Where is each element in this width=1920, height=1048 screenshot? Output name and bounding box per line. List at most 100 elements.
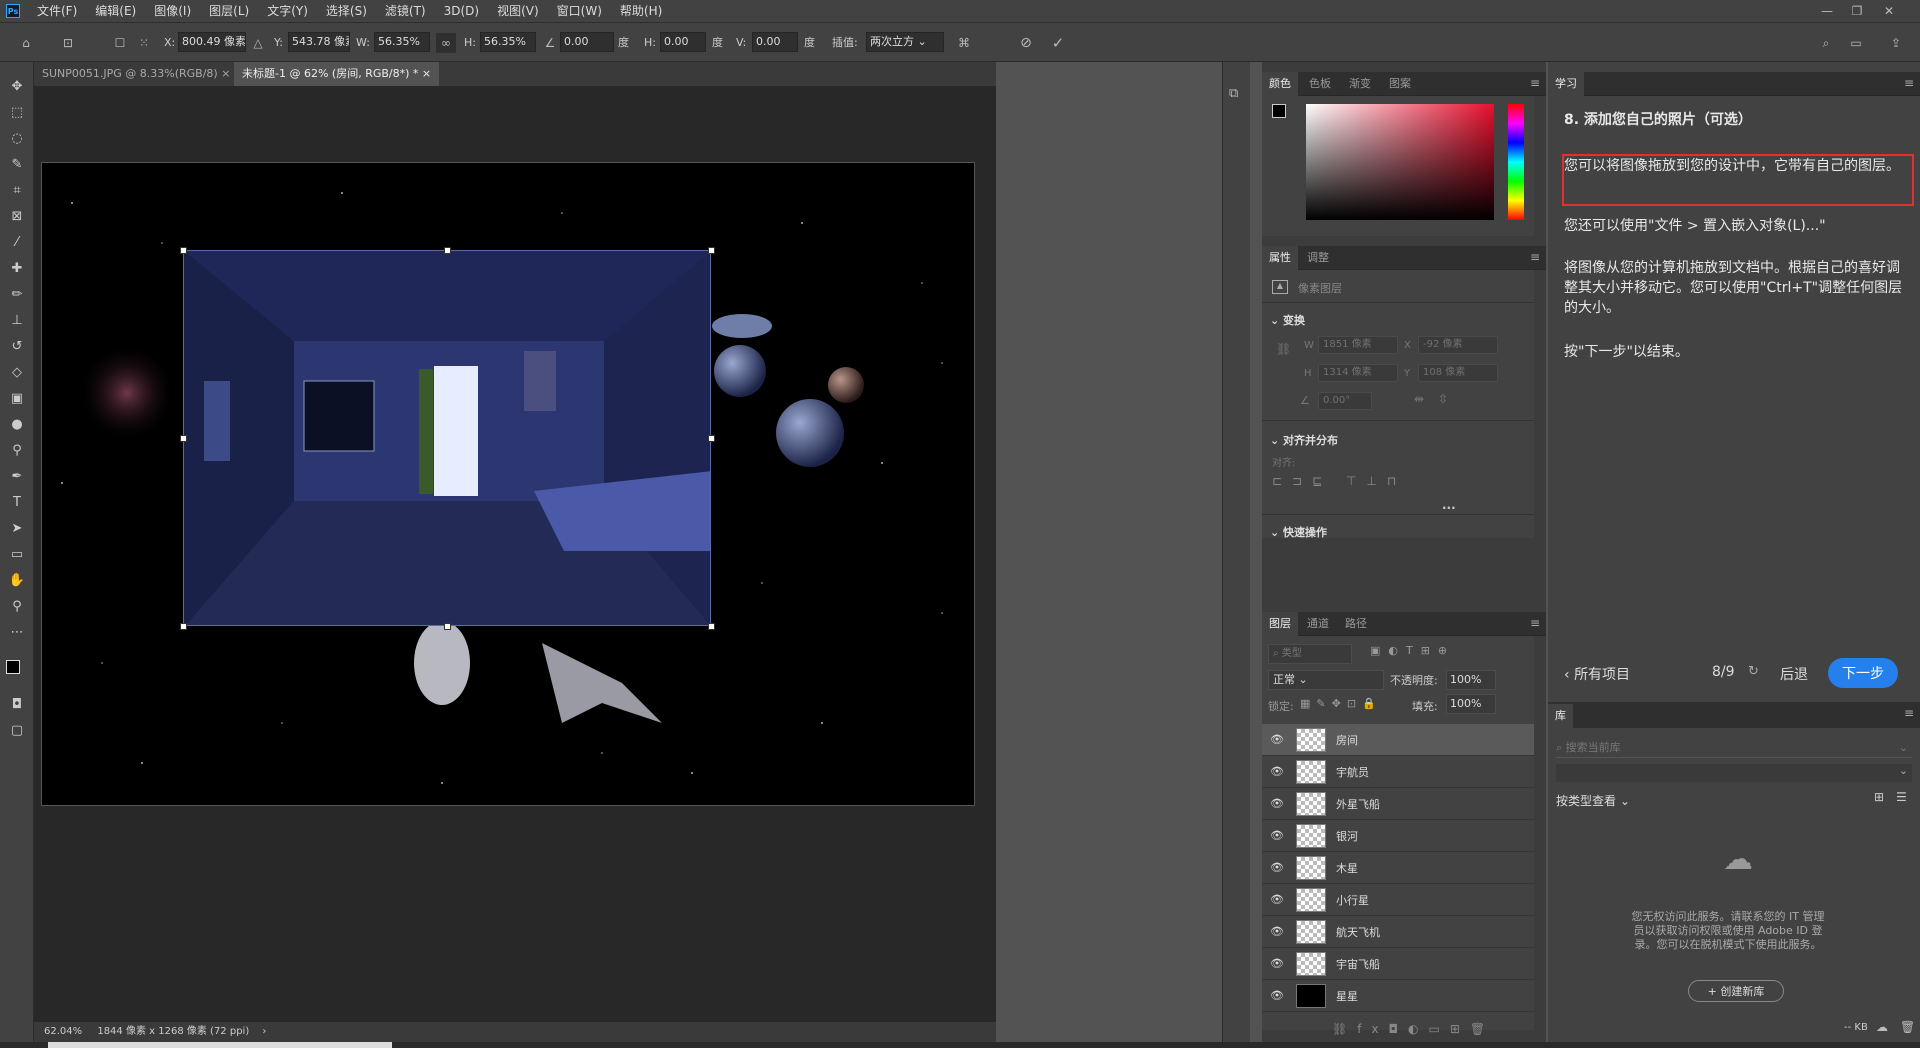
shape-tool-icon[interactable]: ▭: [7, 544, 27, 564]
warp-icon[interactable]: ⌘: [954, 33, 974, 53]
visibility-eye-icon[interactable]: 👁: [1270, 957, 1286, 970]
tab-gradients[interactable]: 渐变: [1342, 72, 1378, 96]
transform-y-field[interactable]: 108 像素: [1418, 364, 1498, 382]
more-tools-icon[interactable]: ⋯: [7, 622, 27, 642]
quick-select-tool-icon[interactable]: ✎: [7, 154, 27, 174]
zoom-tool-icon[interactable]: ⚲: [7, 596, 27, 616]
room-layer-image[interactable]: [183, 250, 711, 626]
menu-3d[interactable]: 3D(D): [435, 0, 488, 22]
visibility-eye-icon[interactable]: 👁: [1270, 861, 1286, 874]
tab-untitled[interactable]: 未标题-1 @ 62% (房间, RGB/8*) * ×: [234, 62, 440, 86]
tab-adjustments[interactable]: 调整: [1300, 246, 1336, 270]
interpolation-select[interactable]: 两次立方 ⌄: [866, 32, 944, 52]
library-select[interactable]: ⌄: [1556, 764, 1912, 782]
transform-angle-field[interactable]: 0.00°: [1318, 392, 1372, 410]
menu-filter[interactable]: 滤镜(T): [376, 0, 435, 22]
reset-icon[interactable]: ↻: [1748, 664, 1759, 679]
fill-field[interactable]: 100%: [1446, 694, 1496, 714]
more-options-icon[interactable]: ...: [1442, 498, 1456, 512]
y-position-field[interactable]: 543.78 像素: [288, 32, 350, 52]
tab-patterns[interactable]: 图案: [1382, 72, 1418, 96]
visibility-eye-icon[interactable]: 👁: [1270, 797, 1286, 810]
brush-tool-icon[interactable]: ✏: [7, 284, 27, 304]
create-library-button[interactable]: + 创建新库: [1688, 980, 1784, 1002]
next-button[interactable]: 下一步: [1828, 658, 1898, 688]
search-icon[interactable]: ⌕: [1816, 33, 1836, 53]
menu-type[interactable]: 文字(Y): [258, 0, 317, 22]
tab-properties[interactable]: 属性: [1262, 246, 1298, 270]
tab-learn[interactable]: 学习: [1548, 72, 1584, 96]
transform-handle-t[interactable]: [444, 247, 451, 254]
flip-horizontal-icon[interactable]: ⇹: [1414, 392, 1424, 406]
list-view-icon[interactable]: ☰: [1896, 790, 1907, 804]
trash-icon[interactable]: 🗑: [1900, 1020, 1915, 1034]
lasso-tool-icon[interactable]: ◌: [7, 128, 27, 148]
transform-handle-b[interactable]: [444, 623, 451, 630]
foreground-swatch[interactable]: [1272, 104, 1286, 118]
history-icon[interactable]: ⧉: [1229, 86, 1238, 101]
menu-help[interactable]: 帮助(H): [611, 0, 671, 22]
reference-point-grid-icon[interactable]: ⁙: [134, 33, 154, 53]
gradient-tool-icon[interactable]: ▣: [7, 388, 27, 408]
transform-handle-r[interactable]: [708, 435, 715, 442]
tab-close-icon[interactable]: ×: [221, 67, 230, 80]
lock-icons[interactable]: ▦✎✥⊡🔒: [1300, 697, 1382, 710]
menu-edit[interactable]: 编辑(E): [86, 0, 145, 22]
crop-tool-icon[interactable]: ⌗: [7, 180, 27, 200]
menu-select[interactable]: 选择(S): [317, 0, 376, 22]
cloud-sync-icon[interactable]: ☁: [1876, 1020, 1888, 1034]
pen-tool-icon[interactable]: ✒: [7, 466, 27, 486]
visibility-eye-icon[interactable]: 👁: [1270, 829, 1286, 842]
layers-footer-icons[interactable]: ⛓fx◘◐▭⊞🗑: [1332, 1022, 1495, 1036]
document-canvas[interactable]: [41, 162, 975, 806]
workspace-icon[interactable]: ▭: [1846, 33, 1866, 53]
tab-paths[interactable]: 路径: [1338, 612, 1374, 636]
x-position-field[interactable]: 800.49 像素: [178, 32, 246, 52]
visibility-eye-icon[interactable]: 👁: [1270, 989, 1286, 1002]
type-tool-icon[interactable]: T: [7, 492, 27, 512]
healing-tool-icon[interactable]: ✚: [7, 258, 27, 278]
screen-mode-icon[interactable]: ▢: [7, 720, 27, 740]
transform-section-title[interactable]: ⌄ 变换: [1270, 312, 1305, 328]
move-tool-icon[interactable]: ✥: [7, 76, 27, 96]
layer-row[interactable]: 👁 航天飞机: [1262, 916, 1534, 948]
link-icon[interactable]: ∞: [436, 33, 456, 53]
hskew-field[interactable]: 0.00: [660, 32, 706, 52]
filter-icons[interactable]: ▣◐T⊞⊕: [1370, 644, 1455, 657]
transform-h-field[interactable]: 1314 像素: [1318, 364, 1398, 382]
panel-menu-icon[interactable]: ≡: [1904, 76, 1914, 90]
hand-tool-icon[interactable]: ✋: [7, 570, 27, 590]
visibility-eye-icon[interactable]: 👁: [1270, 893, 1286, 906]
tab-library[interactable]: 库: [1548, 704, 1573, 728]
panel-menu-icon[interactable]: ≡: [1530, 616, 1540, 630]
opacity-field[interactable]: 100%: [1446, 670, 1496, 690]
visibility-eye-icon[interactable]: 👁: [1270, 733, 1286, 746]
transform-handle-tl[interactable]: [180, 247, 187, 254]
history-brush-tool-icon[interactable]: ↺: [7, 336, 27, 356]
panel-menu-icon[interactable]: ≡: [1530, 76, 1540, 90]
visibility-eye-icon[interactable]: 👁: [1270, 925, 1286, 938]
layer-row[interactable]: 👁 银河: [1262, 820, 1534, 852]
transform-preset-icon[interactable]: ⊡: [58, 33, 78, 53]
panel-menu-icon[interactable]: ≡: [1904, 706, 1914, 720]
path-select-tool-icon[interactable]: ➤: [7, 518, 27, 538]
transform-handle-tr[interactable]: [708, 247, 715, 254]
zoom-level[interactable]: 62.04%: [44, 1026, 82, 1037]
width-field[interactable]: 56.35%: [374, 32, 430, 52]
visibility-eye-icon[interactable]: 👁: [1270, 765, 1286, 778]
quick-mask-icon[interactable]: ◘: [7, 694, 27, 714]
delta-icon[interactable]: △: [248, 33, 268, 53]
layer-row[interactable]: 👁 木星: [1262, 852, 1534, 884]
transform-w-field[interactable]: 1851 像素: [1318, 336, 1398, 354]
eraser-tool-icon[interactable]: ◇: [7, 362, 27, 382]
menu-file[interactable]: 文件(F): [28, 0, 86, 22]
minimize-icon[interactable]: —: [1814, 0, 1840, 22]
layer-row[interactable]: 👁 星星: [1262, 980, 1534, 1012]
vskew-field[interactable]: 0.00: [752, 32, 798, 52]
layer-row[interactable]: 👁 宇航员: [1262, 756, 1534, 788]
align-section-title[interactable]: ⌄ 对齐并分布: [1270, 432, 1338, 448]
menu-layer[interactable]: 图层(L): [200, 0, 258, 22]
hue-slider[interactable]: [1508, 104, 1524, 220]
menu-image[interactable]: 图像(I): [145, 0, 200, 22]
dodge-tool-icon[interactable]: ⚲: [7, 440, 27, 460]
